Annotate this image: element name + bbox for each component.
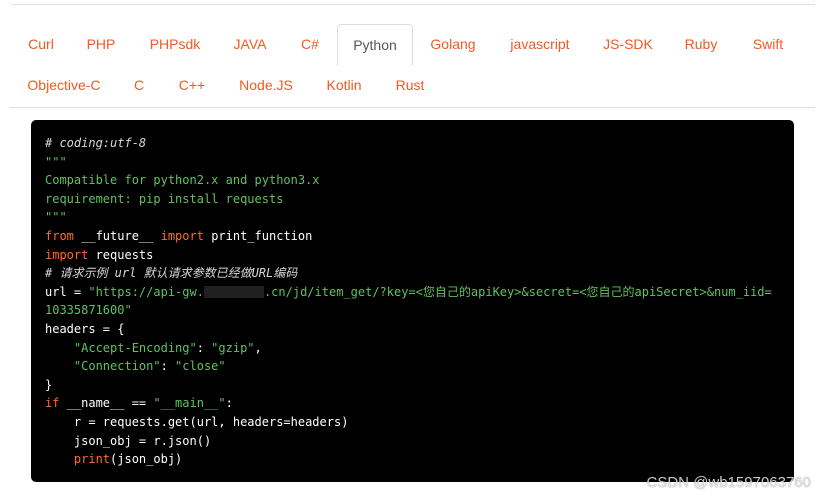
code-line: "Accept-Encoding": "gzip", [45, 339, 780, 358]
code-text: : [196, 340, 212, 355]
keyword: print [73, 452, 111, 467]
code-text: : [160, 359, 176, 374]
tab-javascript[interactable]: javascript [500, 24, 580, 65]
code-line: """ [45, 154, 67, 169]
tab-python[interactable]: Python [337, 24, 413, 66]
code-line: headers = { [45, 321, 125, 336]
keyword: from [45, 228, 74, 243]
string: "__main__" [153, 396, 226, 411]
tab-ruby[interactable]: Ruby [676, 24, 726, 65]
code-line: """ [45, 210, 67, 225]
string: "https://api-gw. [88, 284, 204, 299]
string: "gzip" [211, 340, 255, 355]
tab-phpsdk[interactable]: PHPsdk [140, 24, 210, 65]
code-text: , [254, 340, 262, 355]
code-line: print(json_obj) [45, 450, 780, 469]
code-text: __future__ [73, 228, 161, 243]
code-line: # coding:utf-8 [45, 136, 147, 150]
tab-curl[interactable]: Curl [18, 24, 64, 65]
tab-csharp[interactable]: C# [290, 24, 330, 65]
code-line: # 请求示例 url 默认请求参数已经做URL编码 [45, 266, 298, 281]
string: .cn/jd/item_get/?key=<您自己的apiKey>&secret… [263, 284, 772, 299]
code-line: requirement: pip install requests [45, 191, 284, 206]
tab-rust[interactable]: Rust [388, 65, 432, 106]
code-line: r = requests.get(url, headers=headers) [45, 414, 349, 429]
code-text: requests [88, 247, 154, 262]
string: "close" [175, 359, 226, 374]
language-tabs: Curl PHP PHPsdk JAVA C# Python Golang ja… [10, 24, 815, 108]
keyword: import [160, 228, 204, 243]
tab-kotlin[interactable]: Kotlin [318, 65, 370, 106]
tab-js-sdk[interactable]: JS-SDK [595, 24, 661, 65]
keyword: import [45, 247, 89, 262]
tab-swift[interactable]: Swift [742, 24, 794, 65]
code-text: url = [45, 284, 89, 299]
code-line: } [45, 377, 53, 392]
top-divider [12, 4, 815, 5]
code-line: if __name__ == "__main__": [45, 394, 780, 413]
string: "Connection" [45, 359, 161, 374]
code-text: (json_obj) [110, 452, 183, 467]
watermark: CSDN @wb1597063760 [646, 474, 812, 491]
code-line: "Connection": "close" [45, 357, 780, 376]
code-line: json_obj = r.json() [45, 433, 212, 448]
keyword: if [45, 396, 60, 411]
tab-java[interactable]: JAVA [224, 24, 276, 65]
code-block: # coding:utf-8 """ Compatible for python… [31, 120, 794, 482]
code-line: import requests [45, 246, 780, 265]
code-text: print_function [203, 228, 313, 243]
tab-cpp[interactable]: C++ [170, 65, 214, 106]
tab-objective-c[interactable]: Objective-C [18, 65, 110, 106]
redaction-mark [203, 286, 264, 299]
code-text: : [225, 396, 233, 411]
tab-golang[interactable]: Golang [421, 24, 485, 65]
tab-c[interactable]: C [126, 65, 152, 106]
code-line: from __future__ import print_function [45, 227, 780, 246]
code-line: url = "https://api-gw. .cn/jd/item_get/?k… [45, 283, 780, 302]
code-line: 10335871600" [45, 303, 132, 318]
tab-php[interactable]: PHP [78, 24, 124, 65]
string: "Accept-Encoding" [45, 340, 197, 355]
tab-nodejs[interactable]: Node.JS [232, 65, 300, 106]
code-text: __name__ == [59, 396, 154, 411]
code-line: Compatible for python2.x and python3.x [45, 173, 320, 188]
